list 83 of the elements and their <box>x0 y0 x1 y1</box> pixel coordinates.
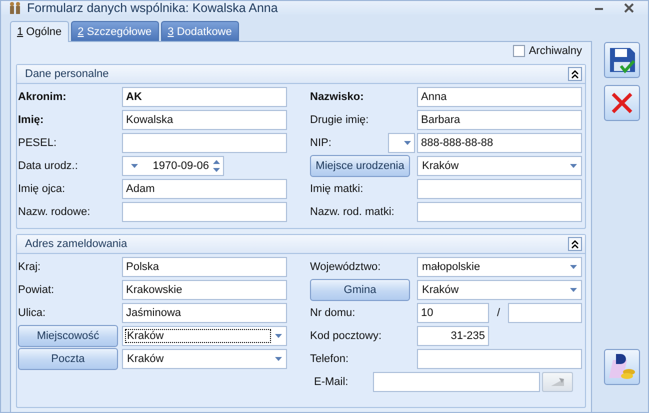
dropdown-field[interactable]: Kraków <box>417 280 582 300</box>
input-field[interactable]: Krakowskie <box>122 280 287 300</box>
input-field[interactable] <box>417 202 582 222</box>
input-field[interactable]: Polska <box>122 257 287 277</box>
document-coins-icon <box>607 352 637 382</box>
checkbox-label: Archiwalny <box>528 44 582 56</box>
save-button[interactable] <box>604 42 640 78</box>
dropdown-field[interactable]: małopolskie <box>417 257 582 277</box>
lookup-button[interactable]: Poczta <box>18 348 118 370</box>
cancel-button[interactable] <box>604 85 640 121</box>
dropdown-value: Kraków <box>126 352 165 366</box>
lookup-button[interactable]: Gmina <box>310 279 410 301</box>
field-label: Imię matki: <box>310 183 364 195</box>
field-label: Ulica: <box>18 307 47 319</box>
field-label: Kod pocztowy: <box>310 330 383 342</box>
field-label: Drugie imię: <box>310 114 370 126</box>
prefix-dropdown[interactable] <box>388 133 415 153</box>
field-label: Imię ojca: <box>18 183 66 195</box>
date-field[interactable]: 1970-09-06 <box>122 156 224 176</box>
input-field[interactable] <box>417 179 582 199</box>
field-label: E-Mail: <box>313 376 350 388</box>
field-label: Nazw. rodowe: <box>18 206 92 218</box>
input-field[interactable]: Anna <box>417 87 582 107</box>
dropdown-arrow-icon[interactable] <box>404 141 411 145</box>
section-title: Dane personalne <box>25 68 109 80</box>
input-field[interactable]: Barbara <box>417 110 582 130</box>
lookup-button[interactable]: Miejsce urodzenia <box>310 155 410 177</box>
dropdown-field[interactable]: Kraków <box>122 349 287 369</box>
document-coins-button[interactable] <box>604 349 640 385</box>
field-label: Powiat: <box>18 284 56 296</box>
input-field[interactable] <box>373 372 540 392</box>
input-field[interactable]: 10 <box>417 303 489 323</box>
tab[interactable]: 2 Szczegółowe <box>70 21 159 41</box>
dropdown-value: Kraków <box>421 159 460 173</box>
input-field[interactable]: Adam <box>122 179 287 199</box>
dropdown-value: Kraków <box>125 329 271 343</box>
input-field[interactable]: Jaśminowa <box>122 303 287 323</box>
people-icon <box>9 1 21 15</box>
cross-icon <box>609 90 635 116</box>
spinner-icon[interactable] <box>213 159 220 173</box>
dropdown-arrow-icon[interactable] <box>275 357 282 361</box>
collapse-button[interactable] <box>568 67 582 81</box>
field-label: Kraj: <box>18 261 42 273</box>
field-label: PESEL: <box>18 137 58 149</box>
input-field[interactable]: 888-888-88-88 <box>417 133 582 153</box>
field-label: Imię: <box>18 114 45 126</box>
field-label: Nazw. rod. matki: <box>310 206 396 218</box>
tab[interactable]: 3 Dodatkowe <box>160 21 239 41</box>
input-field[interactable] <box>122 202 287 222</box>
field-label: Data urodz.: <box>18 160 79 172</box>
input-field[interactable] <box>508 303 582 323</box>
dropdown-arrow-icon[interactable] <box>131 164 138 168</box>
envelope-arrow-icon <box>550 377 566 387</box>
dropdown-field[interactable]: Kraków <box>122 326 287 346</box>
dropdown-arrow-icon[interactable] <box>570 265 577 269</box>
input-field[interactable]: AK <box>122 87 287 107</box>
checkbox[interactable] <box>512 44 525 56</box>
dropdown-field[interactable]: Kraków <box>417 156 582 176</box>
separator-text: / <box>496 307 502 319</box>
collapse-button[interactable] <box>568 237 582 251</box>
field-label: Nazwisko: <box>310 91 365 103</box>
field-label: Nr domu: <box>310 307 356 319</box>
field-label: Telefon: <box>310 353 350 365</box>
field-label: Województwo: <box>310 261 382 273</box>
input-field[interactable]: Kowalska <box>122 110 287 130</box>
field-label: Akronim: <box>18 91 68 103</box>
lookup-button[interactable]: Miejscowość <box>18 325 118 347</box>
double-chevron-icon <box>571 240 579 248</box>
field-label: NIP: <box>310 137 332 149</box>
input-field[interactable]: 31-235 <box>417 326 489 346</box>
input-field[interactable] <box>122 133 287 153</box>
dropdown-arrow-icon[interactable] <box>275 334 282 338</box>
dropdown-value: małopolskie <box>421 260 482 274</box>
window-title: Formularz danych wspólnika: Kowalska Anna <box>27 1 279 15</box>
close-icon[interactable] <box>624 3 634 13</box>
dropdown-arrow-icon[interactable] <box>570 288 577 292</box>
double-chevron-icon <box>571 70 579 78</box>
section-title: Adres zameldowania <box>25 238 128 250</box>
tab[interactable]: 1 Ogólne <box>10 21 69 42</box>
input-field[interactable] <box>417 349 582 369</box>
dropdown-arrow-icon[interactable] <box>570 164 577 168</box>
dropdown-value: Kraków <box>421 283 460 297</box>
floppy-check-icon <box>607 45 637 75</box>
